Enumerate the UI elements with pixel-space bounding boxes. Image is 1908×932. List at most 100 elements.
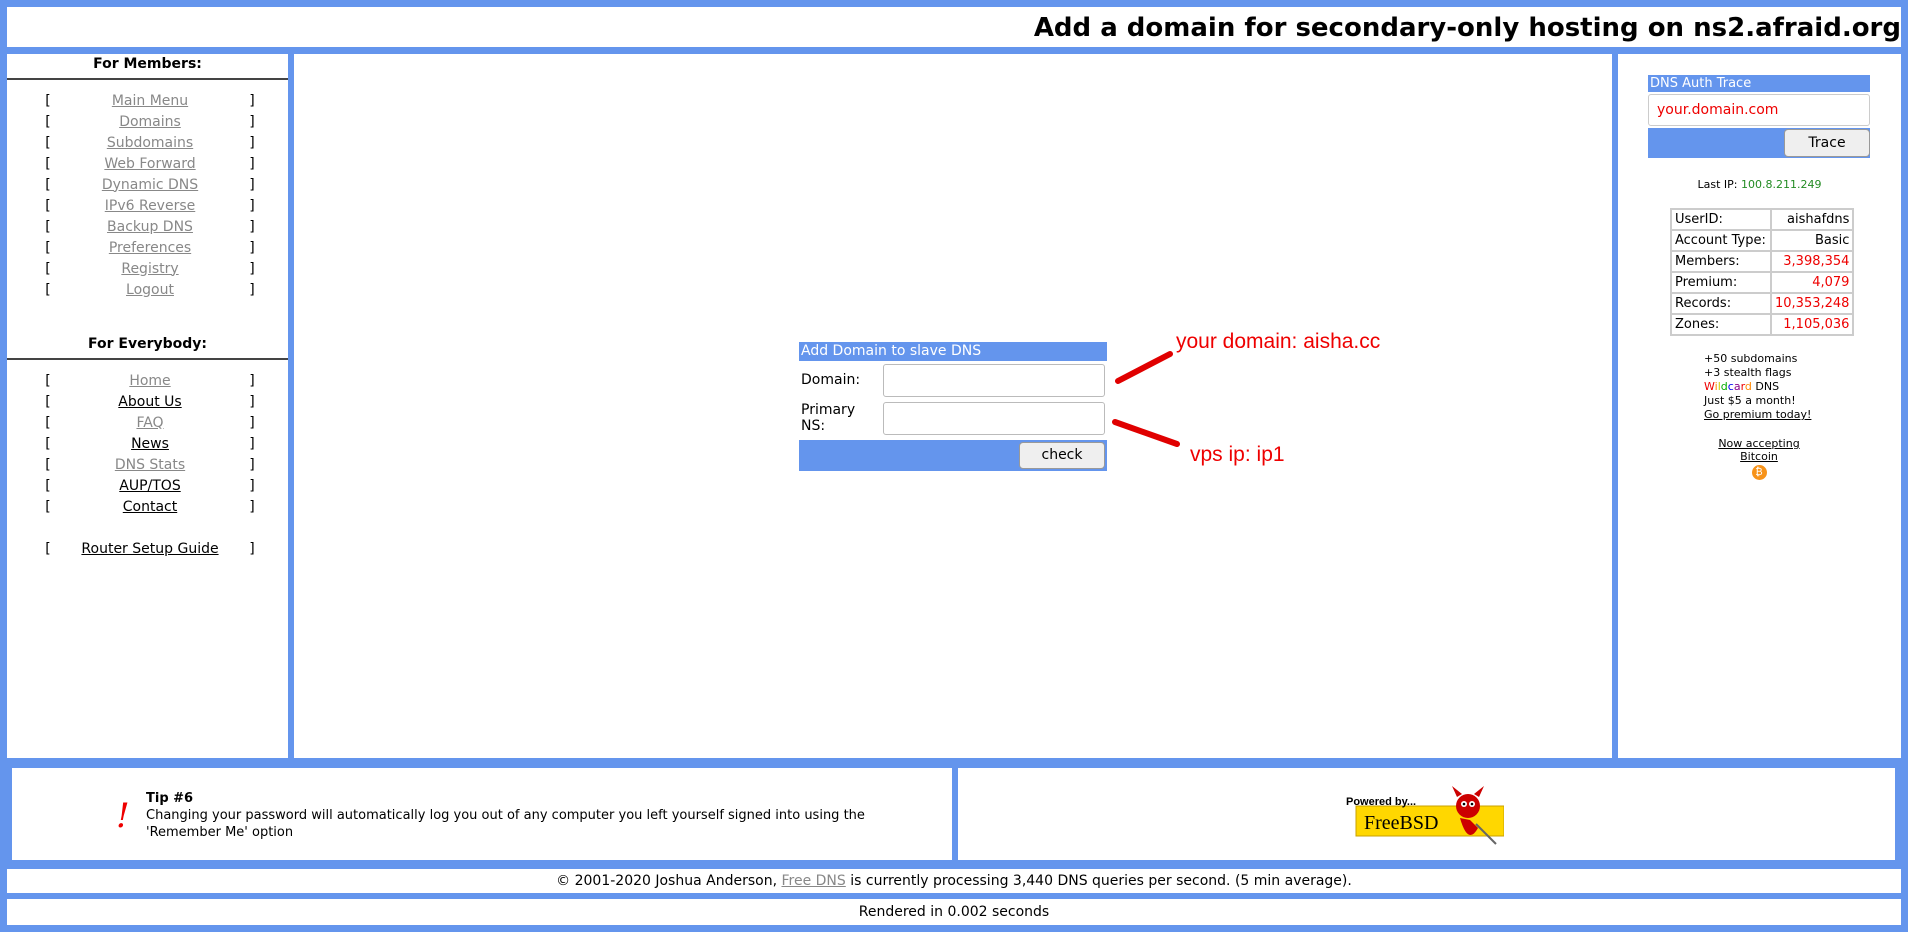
bracket: ] [249, 435, 255, 452]
tip-body: Changing your password will automaticall… [146, 808, 865, 840]
nav-link-dynamic-dns[interactable]: Dynamic DNS [102, 177, 198, 193]
bracket: ] [249, 540, 255, 557]
copyright-prefix: © 2001-2020 Joshua Anderson, [556, 873, 778, 889]
nav-row-subdomains: [ Subdomains] [7, 132, 288, 153]
nav-link-faq[interactable]: FAQ [136, 415, 163, 431]
render-time-bar: Rendered in 0.002 seconds [7, 899, 1901, 925]
bracket: [ [45, 155, 51, 172]
bracket: ] [249, 197, 255, 214]
stat-key: Records: [1670, 292, 1772, 315]
right-sidebar: DNS Auth Trace your.domain.com Trace Las… [1618, 54, 1901, 758]
divider [7, 358, 288, 360]
table-row: Members: 3,398,354 [1670, 250, 1855, 273]
nav-link-dns-stats[interactable]: DNS Stats [115, 457, 185, 473]
nav-link-subdomains[interactable]: Subdomains [107, 135, 193, 151]
divider [7, 78, 288, 80]
bracket: ] [249, 113, 255, 130]
bracket: [ [45, 498, 51, 515]
header-bar: Add a domain for secondary-only hosting … [7, 7, 1901, 47]
bracket: ] [249, 372, 255, 389]
trace-input[interactable]: your.domain.com [1648, 94, 1870, 126]
stat-value: 3,398,354 [1769, 250, 1855, 273]
table-row: Account Type: Basic [1670, 229, 1855, 252]
nav-row-router-guide: [Router Setup Guide] [7, 538, 288, 559]
nav-row-logout: [Logout] [7, 279, 288, 300]
bracket: [ [45, 393, 51, 410]
account-stats-table: UserID: aishafdns Account Type: Basic Memb… [1670, 208, 1855, 336]
nav-link-aup-tos[interactable]: AUP/TOS [119, 478, 180, 494]
annotation-stroke [1115, 351, 1173, 384]
nav-link-home[interactable]: Home [129, 373, 170, 389]
freebsd-text: FreeBSD [1364, 812, 1438, 834]
stat-key: Account Type: [1670, 229, 1772, 252]
nav-row-news: [ News] [7, 433, 288, 454]
nav-row-backup-dns: [Backup DNS] [7, 216, 288, 237]
tip-title: Tip #6 [146, 791, 194, 806]
stat-value: 1,105,036 [1769, 313, 1855, 336]
bracket: [ [45, 134, 51, 151]
bitcoin-icon[interactable]: ₿ [1751, 465, 1767, 480]
nav-row-about-us: [About Us] [7, 391, 288, 412]
trace-heading: DNS Auth Trace [1648, 75, 1870, 92]
annotation-stroke [1112, 419, 1180, 447]
nav-link-news[interactable]: News [131, 436, 169, 452]
nav-row-dns-stats: [ DNS Stats] [7, 454, 288, 475]
bracket: ] [249, 260, 255, 277]
trace-button[interactable]: Trace [1784, 129, 1870, 157]
nav-link-backup-dns[interactable]: Backup DNS [107, 219, 193, 235]
bracket: [ [45, 197, 51, 214]
bracket: [ [45, 414, 51, 431]
table-row: Premium: 4,079 [1670, 271, 1855, 294]
nav-row-ipv6-reverse: [ IPv6 Reverse] [7, 195, 288, 216]
promo-line: +3 stealth flags [1704, 366, 1792, 379]
powered-by-panel: Powered by... FreeBSD [958, 768, 1895, 860]
freebsd-logo[interactable]: Powered by... FreeBSD [1344, 784, 1504, 848]
nav-link-registry[interactable]: Registry [121, 261, 178, 277]
bracket: ] [249, 477, 255, 494]
table-row: UserID: aishafdns [1670, 208, 1855, 231]
nav-link-preferences[interactable]: Preferences [109, 240, 191, 256]
domain-annotation: your domain: aisha.cc [1176, 330, 1381, 353]
wildcard-rainbow-text: Wildcard [1704, 380, 1752, 393]
ns-annotation: vps ip: ip1 [1190, 443, 1285, 466]
stat-key: Premium: [1670, 271, 1772, 294]
bracket: [ [45, 456, 51, 473]
nav-row-dynamic-dns: [Dynamic DNS] [7, 174, 288, 195]
tip-panel: ! Tip #6 Changing your password will aut… [12, 768, 952, 860]
page-title: Add a domain for secondary-only hosting … [1033, 13, 1901, 43]
bracket: [ [45, 477, 51, 494]
everybody-heading: For Everybody: [88, 336, 207, 352]
free-dns-link[interactable]: Free DNS [781, 873, 845, 889]
nav-link-logout[interactable]: Logout [126, 282, 174, 298]
go-premium-link[interactable]: Go premium today! [1704, 408, 1811, 421]
bracket: [ [45, 113, 51, 130]
nav-link-main-menu[interactable]: Main Menu [112, 93, 188, 109]
nav-link-router-setup-guide[interactable]: Router Setup Guide [81, 541, 218, 557]
nav-row-contact: [Contact] [7, 496, 288, 517]
stat-key: UserID: [1670, 208, 1772, 231]
promo-line: Just $5 a month! [1704, 394, 1796, 407]
nav-row-registry: [Registry] [7, 258, 288, 279]
bracket: [ [45, 435, 51, 452]
stat-value: Basic [1769, 229, 1855, 252]
nav-link-domains[interactable]: Domains [119, 114, 181, 130]
nav-row-main-menu: [Main Menu] [7, 90, 288, 111]
bracket: [ [45, 92, 51, 109]
nav-link-about-us[interactable]: About Us [118, 394, 181, 410]
bracket: ] [249, 456, 255, 473]
nav-link-ipv6-reverse[interactable]: IPv6 Reverse [105, 198, 196, 214]
bracket: ] [249, 414, 255, 431]
bracket: [ [45, 218, 51, 235]
bitcoin-link[interactable]: Now accepting Bitcoin [1718, 437, 1799, 463]
nav-link-contact[interactable]: Contact [123, 499, 177, 515]
bracket: ] [249, 155, 255, 172]
nav-row-aup-tos: [ AUP/TOS] [7, 475, 288, 496]
bracket: ] [249, 134, 255, 151]
stat-value: 10,353,248 [1769, 292, 1855, 315]
main-content: Add Domain to slave DNS Domain: Primary … [294, 54, 1612, 758]
nav-row-web-forward: [ Web Forward] [7, 153, 288, 174]
nav-link-web-forward[interactable]: Web Forward [104, 156, 195, 172]
stat-key: Members: [1670, 250, 1772, 273]
nav-row-home: [Home] [7, 370, 288, 391]
promo-wildcard-line: Wildcard DNS [1704, 380, 1811, 394]
